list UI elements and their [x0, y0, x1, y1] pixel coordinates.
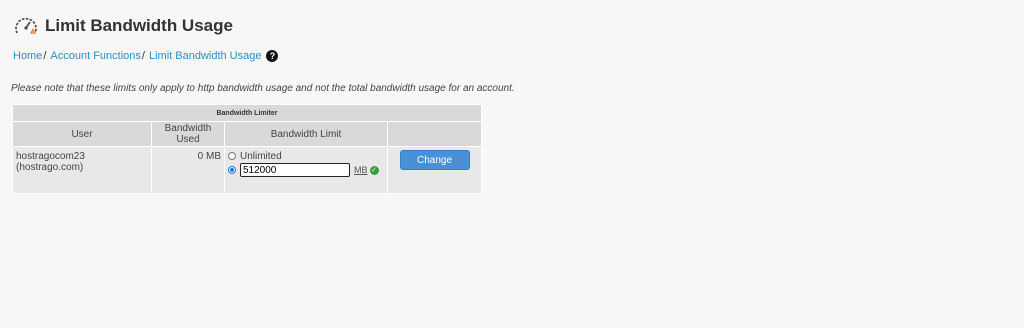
checkmark-icon: ✓ [369, 165, 379, 175]
breadcrumb-account-functions[interactable]: Account Functions [50, 50, 141, 62]
unit-label: MB [354, 165, 368, 175]
bandwidth-limit-cell: Unlimited MB ✓ [225, 147, 387, 193]
user-cell: hostragocom23 (hostrago.com) [13, 147, 151, 193]
page-title: Limit Bandwidth Usage [45, 16, 233, 35]
breadcrumb-home[interactable]: Home [13, 50, 42, 62]
table-row: hostragocom23 (hostrago.com) 0 MB Unlimi… [13, 147, 481, 193]
gauge-icon [15, 17, 37, 34]
breadcrumb: Home / Account Functions / Limit Bandwid… [13, 50, 279, 62]
table-title: Bandwidth Limiter [13, 105, 481, 121]
limit-radio[interactable] [228, 166, 236, 174]
breadcrumb-separator: / [141, 50, 145, 62]
action-cell: Change [388, 147, 481, 193]
breadcrumb-limit-bandwidth[interactable]: Limit Bandwidth Usage [149, 50, 262, 62]
unlimited-label: Unlimited [240, 150, 282, 162]
bandwidth-limiter-table: Bandwidth Limiter User Bandwidth Used Ba… [12, 104, 482, 194]
header-action [388, 122, 481, 146]
change-button[interactable]: Change [399, 150, 470, 170]
bandwidth-used-cell: 0 MB [152, 147, 224, 193]
unlimited-radio[interactable] [228, 152, 236, 160]
header-user: User [13, 122, 151, 146]
help-icon[interactable]: ? [266, 50, 279, 62]
header-bandwidth-limit: Bandwidth Limit [225, 122, 387, 146]
bandwidth-note: Please note that these limits only apply… [11, 83, 515, 94]
header-bandwidth-used: Bandwidth Used [152, 122, 224, 146]
bandwidth-limit-input[interactable] [240, 163, 350, 177]
page-header: Limit Bandwidth Usage [13, 12, 233, 40]
breadcrumb-separator: / [43, 50, 47, 62]
